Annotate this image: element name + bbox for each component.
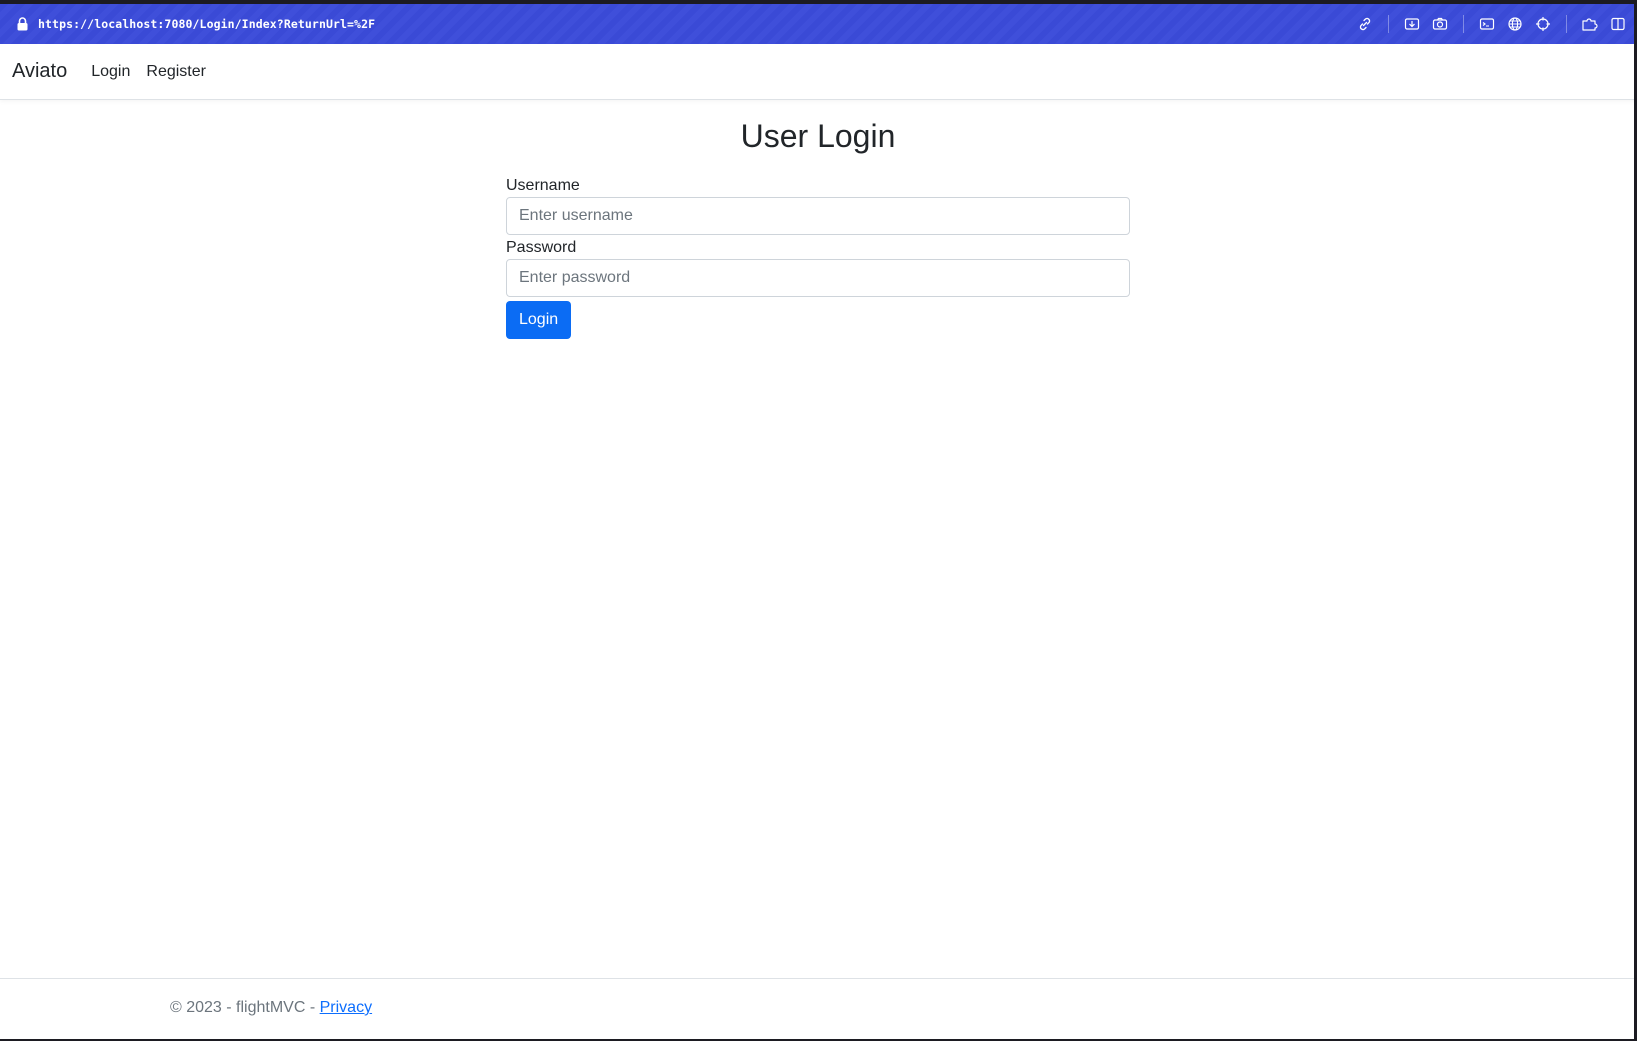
- login-form: Username Password Login: [506, 177, 1130, 339]
- footer-text: © 2023 - flightMVC - Privacy: [170, 999, 372, 1017]
- login-form-container: User Login Username Password Login: [506, 100, 1130, 339]
- username-label: Username: [506, 177, 580, 194]
- sidebar-icon[interactable]: [1609, 15, 1627, 33]
- nav-link-register[interactable]: Register: [146, 63, 206, 81]
- password-input[interactable]: [506, 259, 1130, 297]
- extensions-icon[interactable]: [1581, 15, 1599, 33]
- browser-window: https://localhost:7080/Login/Index?Retur…: [0, 0, 1637, 1041]
- site-footer: © 2023 - flightMVC - Privacy: [0, 978, 1637, 1041]
- site-navbar: Aviato Login Register: [0, 44, 1637, 100]
- nav-link-login[interactable]: Login: [91, 63, 130, 81]
- toolbar-separator: [1463, 15, 1464, 33]
- login-button[interactable]: Login: [506, 301, 572, 339]
- toolbar-separator: [1388, 15, 1389, 33]
- url-text[interactable]: https://localhost:7080/Login/Index?Retur…: [38, 17, 375, 31]
- camera-icon[interactable]: [1431, 15, 1449, 33]
- address-bar[interactable]: https://localhost:7080/Login/Index?Retur…: [0, 4, 1637, 44]
- page-title: User Login: [740, 118, 896, 154]
- browser-toolbar: [1351, 4, 1637, 44]
- privacy-link[interactable]: Privacy: [320, 999, 372, 1016]
- username-input[interactable]: [506, 197, 1130, 235]
- globe-icon[interactable]: [1506, 15, 1524, 33]
- download-icon[interactable]: [1403, 15, 1421, 33]
- lock-icon: [16, 16, 28, 32]
- copyright-text: © 2023 - flightMVC -: [170, 999, 320, 1016]
- password-label: Password: [506, 239, 577, 256]
- terminal-icon[interactable]: [1478, 15, 1496, 33]
- brand-link[interactable]: Aviato: [12, 60, 67, 83]
- crosshair-icon[interactable]: [1534, 15, 1552, 33]
- link-icon[interactable]: [1356, 15, 1374, 33]
- toolbar-separator: [1566, 15, 1567, 33]
